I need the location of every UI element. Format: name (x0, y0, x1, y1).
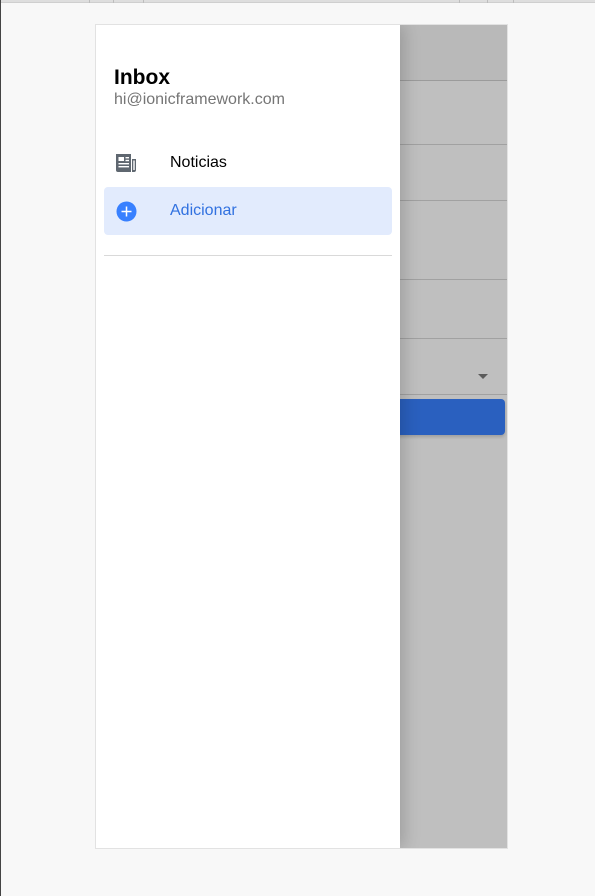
device-frame: Inbox hi@ionicframework.com Noticias Adi… (95, 24, 508, 849)
newspaper-icon (114, 151, 138, 175)
menu-item-noticias[interactable]: Noticias (104, 139, 392, 187)
menu-item-adicionar[interactable]: Adicionar (104, 187, 392, 235)
chrome-tick (143, 0, 144, 3)
add-circle-icon (114, 199, 138, 223)
menu-divider (104, 255, 392, 256)
chrome-tick (487, 0, 488, 3)
window-edge (0, 0, 1, 896)
chrome-tick (89, 0, 90, 3)
side-menu: Inbox hi@ionicframework.com Noticias Adi… (96, 25, 400, 848)
menu-title: Inbox (114, 66, 170, 89)
top-chrome-strip (1, 0, 595, 3)
chrome-tick (459, 0, 460, 3)
chrome-tick (113, 0, 114, 3)
menu-item-label: Noticias (170, 154, 227, 171)
menu-note: hi@ionicframework.com (114, 91, 285, 108)
menu-item-label: Adicionar (170, 202, 237, 219)
chrome-tick (513, 0, 514, 3)
